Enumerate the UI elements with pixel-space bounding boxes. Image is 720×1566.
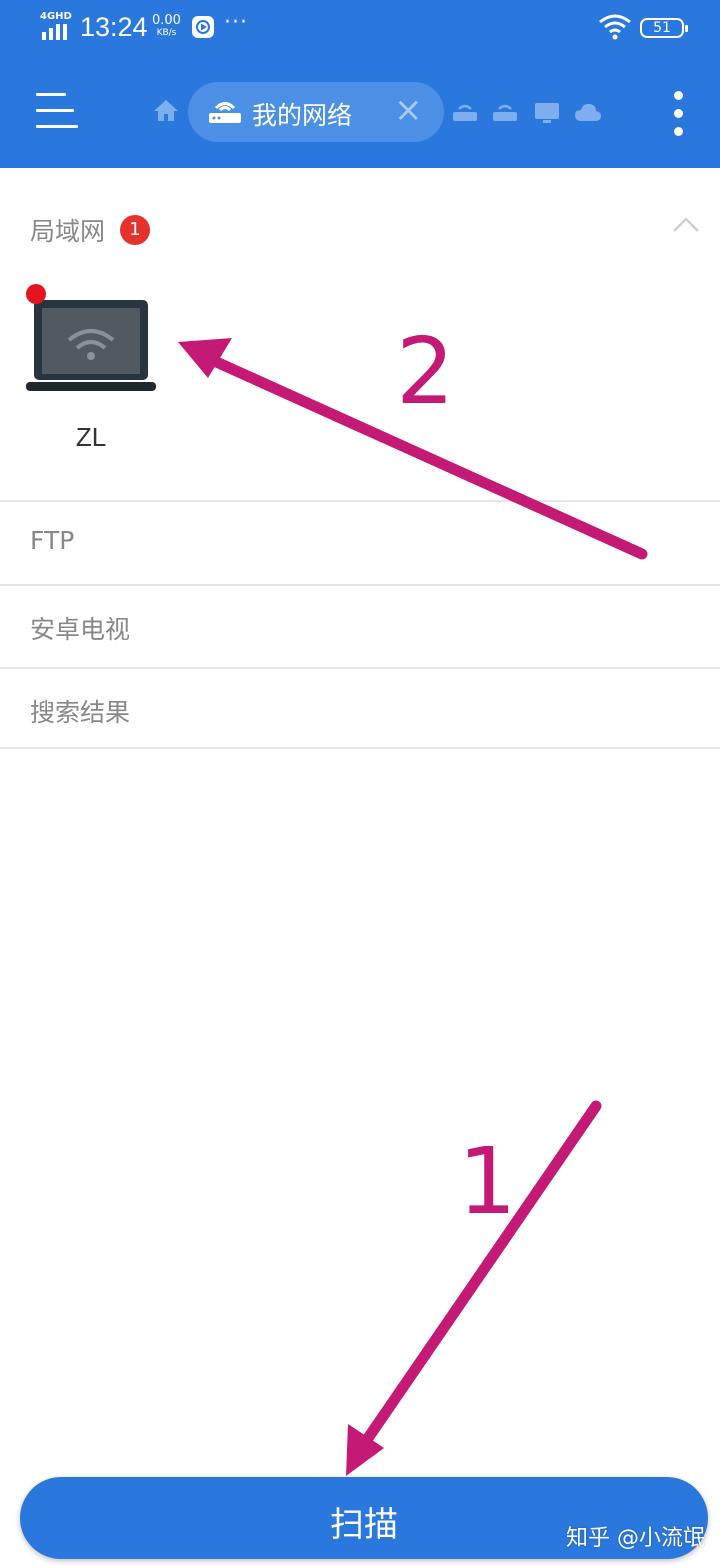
watermark: 知乎 @小流氓 — [566, 1526, 705, 1551]
annotation-arrows — [178, 338, 648, 1476]
annotation-number-2: 2 — [396, 318, 455, 425]
annotation-number-1: 1 — [458, 1128, 517, 1235]
